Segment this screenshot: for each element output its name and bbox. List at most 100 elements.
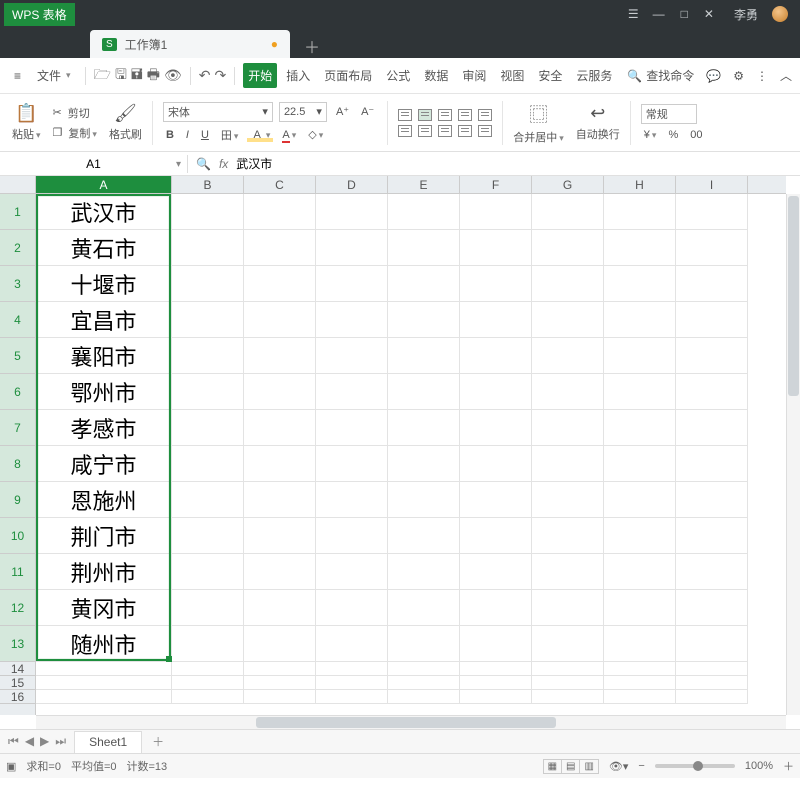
cell[interactable] bbox=[676, 518, 748, 554]
cell[interactable]: 荆州市 bbox=[36, 554, 172, 590]
h-scrollbar[interactable] bbox=[36, 715, 786, 729]
tab-data[interactable]: 数据 bbox=[419, 63, 453, 88]
cell[interactable]: 宜昌市 bbox=[36, 302, 172, 338]
tab-review[interactable]: 审阅 bbox=[457, 63, 491, 88]
cell[interactable] bbox=[676, 482, 748, 518]
cell[interactable]: 十堰市 bbox=[36, 266, 172, 302]
cell[interactable] bbox=[604, 690, 676, 704]
cell[interactable] bbox=[532, 374, 604, 410]
cell[interactable] bbox=[388, 662, 460, 676]
cell[interactable] bbox=[676, 266, 748, 302]
cell[interactable] bbox=[676, 410, 748, 446]
cell[interactable] bbox=[532, 590, 604, 626]
zoom-out-button[interactable]: − bbox=[638, 760, 644, 772]
cell[interactable] bbox=[316, 410, 388, 446]
cell[interactable] bbox=[532, 338, 604, 374]
cell[interactable] bbox=[532, 626, 604, 662]
cell[interactable] bbox=[604, 626, 676, 662]
cell[interactable] bbox=[172, 410, 244, 446]
cell[interactable] bbox=[604, 518, 676, 554]
row-header[interactable]: 7 bbox=[0, 410, 35, 446]
file-menu[interactable]: 文件 bbox=[31, 64, 77, 87]
cell[interactable] bbox=[676, 230, 748, 266]
cell[interactable] bbox=[388, 302, 460, 338]
cell[interactable] bbox=[316, 554, 388, 590]
cell[interactable] bbox=[676, 338, 748, 374]
cell[interactable] bbox=[172, 482, 244, 518]
sheet-last-icon[interactable]: ⏭ bbox=[55, 734, 66, 749]
merge-center-button[interactable]: ⿴ 合并居中 bbox=[513, 101, 564, 145]
bold-button[interactable]: B bbox=[163, 128, 177, 142]
cell[interactable] bbox=[604, 482, 676, 518]
tab-layout[interactable]: 页面布局 bbox=[319, 63, 377, 88]
cell[interactable] bbox=[316, 230, 388, 266]
print-preview-icon[interactable]: 👁 bbox=[164, 67, 182, 84]
tab-view[interactable]: 视图 bbox=[495, 63, 529, 88]
cell[interactable] bbox=[460, 518, 532, 554]
cell[interactable] bbox=[244, 338, 316, 374]
cell[interactable]: 恩施州 bbox=[36, 482, 172, 518]
cell[interactable] bbox=[676, 676, 748, 690]
cell[interactable] bbox=[604, 662, 676, 676]
cell[interactable] bbox=[604, 676, 676, 690]
print-icon[interactable]: 🖶 bbox=[147, 64, 160, 88]
zoom-in-button[interactable]: ＋ bbox=[783, 758, 794, 774]
cell[interactable]: 襄阳市 bbox=[36, 338, 172, 374]
grid[interactable]: ABCDEFGHI 12345678910111213141516 武汉市黄石市… bbox=[0, 176, 800, 730]
cell[interactable] bbox=[676, 446, 748, 482]
cell[interactable] bbox=[244, 482, 316, 518]
new-tab-button[interactable]: ＋ bbox=[290, 34, 334, 58]
format-painter-button[interactable]: 🖌 格式刷 bbox=[109, 103, 142, 142]
row-header[interactable]: 8 bbox=[0, 446, 35, 482]
cell[interactable] bbox=[316, 482, 388, 518]
currency-button[interactable]: ¥ bbox=[641, 128, 660, 142]
col-header-C[interactable]: C bbox=[244, 176, 316, 193]
cell[interactable] bbox=[460, 662, 532, 676]
cell[interactable] bbox=[172, 626, 244, 662]
v-scroll-thumb[interactable] bbox=[788, 196, 799, 396]
cell[interactable] bbox=[460, 266, 532, 302]
column-headers[interactable]: ABCDEFGHI bbox=[36, 176, 786, 194]
cell[interactable] bbox=[172, 230, 244, 266]
cell[interactable] bbox=[388, 482, 460, 518]
row-header[interactable]: 16 bbox=[0, 690, 35, 704]
cell[interactable] bbox=[532, 446, 604, 482]
cell[interactable] bbox=[604, 374, 676, 410]
clear-format-button[interactable]: ◇ bbox=[305, 127, 326, 142]
select-all-corner[interactable] bbox=[0, 176, 36, 194]
cell[interactable] bbox=[172, 690, 244, 704]
cell[interactable] bbox=[460, 410, 532, 446]
paste-button[interactable]: 📋 粘贴 bbox=[12, 103, 41, 142]
h-align[interactable] bbox=[398, 125, 492, 137]
cell[interactable] bbox=[460, 676, 532, 690]
cell[interactable] bbox=[244, 662, 316, 676]
cell[interactable] bbox=[36, 690, 172, 704]
sheet-next-icon[interactable]: ▶ bbox=[40, 734, 49, 749]
col-header-B[interactable]: B bbox=[172, 176, 244, 193]
collapse-ribbon-icon[interactable]: ︿ bbox=[780, 67, 792, 84]
cell[interactable] bbox=[244, 518, 316, 554]
sheet-prev-icon[interactable]: ◀ bbox=[25, 734, 34, 749]
cell[interactable] bbox=[460, 230, 532, 266]
chat-icon[interactable]: 💬 bbox=[706, 69, 721, 83]
cell[interactable] bbox=[460, 690, 532, 704]
redo-icon[interactable]: ↷ bbox=[215, 67, 227, 84]
view-mode-buttons[interactable]: ▦▤▥ bbox=[544, 760, 599, 772]
cell[interactable] bbox=[244, 194, 316, 230]
close-button[interactable]: ✕ bbox=[704, 7, 714, 21]
cell[interactable] bbox=[532, 554, 604, 590]
col-header-F[interactable]: F bbox=[460, 176, 532, 193]
record-icon[interactable]: ▣ bbox=[6, 760, 16, 773]
open-icon[interactable]: 🗁 bbox=[94, 64, 111, 88]
cell[interactable] bbox=[676, 590, 748, 626]
cell[interactable] bbox=[460, 590, 532, 626]
cell[interactable] bbox=[604, 446, 676, 482]
cell[interactable] bbox=[316, 690, 388, 704]
cut-button[interactable]: 剪切 bbox=[68, 105, 90, 121]
cell[interactable]: 武汉市 bbox=[36, 194, 172, 230]
cell[interactable] bbox=[532, 230, 604, 266]
cell[interactable] bbox=[604, 590, 676, 626]
row-header[interactable]: 1 bbox=[0, 194, 35, 230]
cell[interactable] bbox=[316, 194, 388, 230]
tab-security[interactable]: 安全 bbox=[533, 63, 567, 88]
